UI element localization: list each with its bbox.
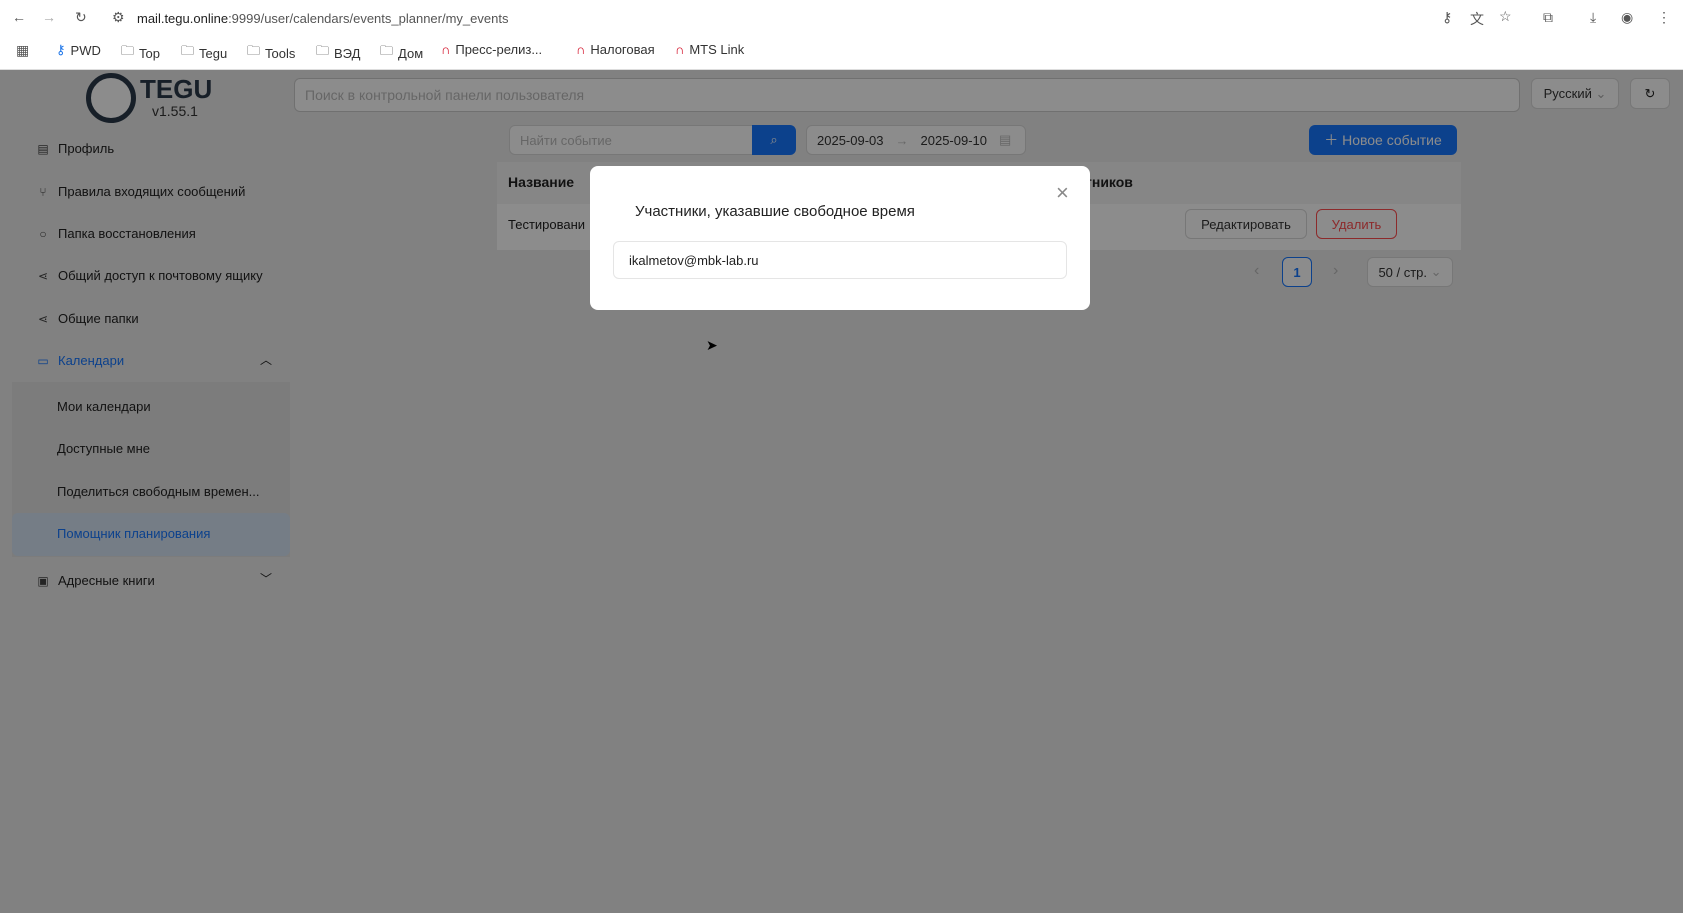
folder-icon: 🗀 [316, 43, 330, 58]
folder-icon: 🗀 [121, 43, 135, 58]
bookmark-mts-link[interactable]: ∩ MTS Link [675, 42, 744, 57]
participant-email: ikalmetov@mbk-lab.ru [629, 252, 759, 268]
site-info-icon[interactable]: ⚙ [112, 9, 125, 26]
url-path: :9999/user/calendars/events_planner/my_e… [228, 11, 509, 26]
bookmark-tegu[interactable]: 🗀 Tegu [181, 42, 227, 64]
download-icon[interactable]: ⤓ [1590, 9, 1596, 26]
reload-icon[interactable]: ↻ [75, 9, 87, 26]
bookmark-nalog[interactable]: ∩ Налоговая [576, 42, 655, 57]
mts-icon: ∩ [441, 42, 451, 57]
bookmark-pwd[interactable]: ⚷ PWD [56, 42, 101, 58]
translate-icon[interactable]: 文 [1470, 9, 1484, 29]
participants-modal: Участники, указавшие свободное время × i… [590, 166, 1090, 310]
profile-icon[interactable]: ◉ [1621, 9, 1633, 26]
bookmark-label: Налоговая [590, 42, 655, 57]
bookmark-label: PWD [70, 42, 101, 58]
key-icon: ⚷ [56, 42, 66, 57]
bookmark-tools[interactable]: 🗀 Tools [247, 42, 295, 64]
password-key-icon[interactable]: ⚷ [1442, 9, 1452, 26]
bookmark-top[interactable]: 🗀 Top [121, 42, 160, 64]
extensions-icon[interactable]: ⧉ [1543, 9, 1553, 26]
menu-icon[interactable]: ⋮ [1657, 9, 1671, 26]
mouse-cursor-icon: ➤ [706, 337, 718, 353]
back-icon[interactable]: ← [12, 9, 26, 25]
bookmark-label: MTS Link [689, 42, 745, 57]
forward-icon[interactable]: → [42, 9, 56, 25]
url-host: mail.tegu.online [137, 11, 229, 26]
bookmark-label: Tegu [199, 45, 228, 61]
mts-icon: ∩ [675, 42, 685, 57]
modal-title: Участники, указавшие свободное время [635, 203, 915, 220]
folder-icon: 🗀 [247, 43, 261, 58]
close-icon[interactable]: × [1056, 180, 1069, 206]
apps-icon[interactable]: ▦ [16, 42, 29, 59]
bookmark-label: ВЭД [334, 45, 361, 61]
star-icon[interactable]: ☆ [1499, 8, 1512, 25]
bookmark-label: Пресс-релиз... [455, 42, 543, 57]
browser-chrome: ← → ↻ ⚙ mail.tegu.online:9999/user/calen… [0, 0, 1683, 70]
bookmark-label: Top [139, 45, 160, 61]
address-bar[interactable]: mail.tegu.online:9999/user/calendars/eve… [137, 11, 508, 26]
folder-icon: 🗀 [181, 43, 195, 58]
bookmark-press[interactable]: ∩ Пресс-релиз... [441, 42, 542, 57]
folder-icon: 🗀 [380, 43, 394, 58]
bookmark-dom[interactable]: 🗀 Дом [380, 42, 423, 64]
mts-icon: ∩ [576, 42, 586, 57]
bookmark-ved[interactable]: 🗀 ВЭД [316, 42, 360, 64]
bookmark-label: Дом [398, 45, 424, 61]
bookmark-label: Tools [265, 45, 296, 61]
participant-item: ikalmetov@mbk-lab.ru [613, 241, 1067, 279]
